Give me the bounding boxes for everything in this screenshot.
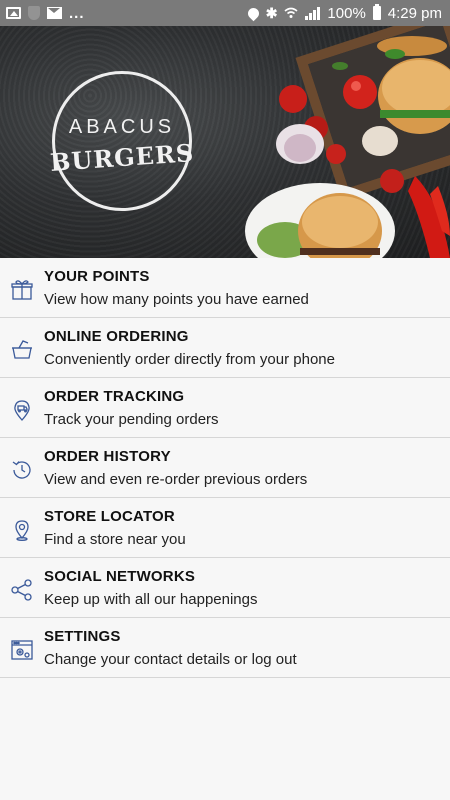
- menu-item-subtitle: Track your pending orders: [44, 410, 219, 428]
- signal-icon: [305, 6, 321, 20]
- menu-item-your-points[interactable]: YOUR POINTS View how many points you hav…: [0, 258, 450, 318]
- menu-item-title: ONLINE ORDERING: [44, 327, 189, 345]
- gift-icon: [0, 258, 44, 317]
- menu-item-social-networks[interactable]: SOCIAL NETWORKS Keep up with all our hap…: [0, 558, 450, 618]
- shield-icon: [28, 6, 40, 20]
- menu-item-order-history[interactable]: ORDER HISTORY View and even re-order pre…: [0, 438, 450, 498]
- menu-item-subtitle: View and even re-order previous orders: [44, 470, 308, 488]
- status-left: ...: [6, 5, 85, 22]
- menu-item-title: SOCIAL NETWORKS: [44, 567, 196, 585]
- clock: 4:29 pm: [387, 4, 442, 22]
- history-icon: [0, 438, 44, 497]
- location-pin-icon: [0, 498, 44, 557]
- menu-item-settings[interactable]: SETTINGS Change your contact details or …: [0, 618, 450, 678]
- hero-banner: ABACUS BURGERS: [0, 26, 450, 258]
- menu-item-title: STORE LOCATOR: [44, 507, 175, 525]
- brand-logo: ABACUS BURGERS: [49, 71, 195, 211]
- mail-icon: [47, 7, 62, 19]
- menu-item-subtitle: Keep up with all our happenings: [44, 590, 258, 608]
- logo-line-1: ABACUS: [68, 116, 176, 138]
- app-screen: ... ✱ 100% 4:29 pm ABACUS BURGERS YOUR P…: [0, 0, 450, 800]
- menu-item-subtitle: Find a store near you: [44, 530, 186, 548]
- share-icon: [0, 558, 44, 617]
- more-notifications: ...: [69, 4, 85, 22]
- wifi-icon: [284, 7, 298, 18]
- settings-window-icon: [0, 618, 44, 677]
- main-menu: YOUR POINTS View how many points you hav…: [0, 258, 450, 678]
- menu-item-order-tracking[interactable]: ORDER TRACKING Track your pending orders: [0, 378, 450, 438]
- menu-item-subtitle: Change your contact details or log out: [44, 650, 297, 668]
- status-bar: ... ✱ 100% 4:29 pm: [0, 0, 450, 26]
- bluetooth-icon: ✱: [265, 4, 278, 21]
- battery-icon: [372, 4, 381, 20]
- menu-item-store-locator[interactable]: STORE LOCATOR Find a store near you: [0, 498, 450, 558]
- menu-item-subtitle: View how many points you have earned: [44, 290, 309, 308]
- menu-item-online-ordering[interactable]: ONLINE ORDERING Conveniently order direc…: [0, 318, 450, 378]
- delivery-pin-icon: [0, 378, 44, 437]
- battery-percent: 100%: [327, 4, 366, 22]
- logo-line-2: BURGERS: [49, 138, 195, 177]
- menu-item-title: ORDER TRACKING: [44, 387, 185, 405]
- menu-item-subtitle: Conveniently order directly from your ph…: [44, 350, 335, 368]
- image-icon: [6, 7, 21, 19]
- menu-item-title: YOUR POINTS: [44, 267, 150, 285]
- menu-item-title: ORDER HISTORY: [44, 447, 171, 465]
- menu-item-title: SETTINGS: [44, 627, 121, 645]
- location-icon: [245, 5, 261, 21]
- status-right: ✱ 100% 4:29 pm: [245, 4, 442, 22]
- basket-icon: [0, 318, 44, 377]
